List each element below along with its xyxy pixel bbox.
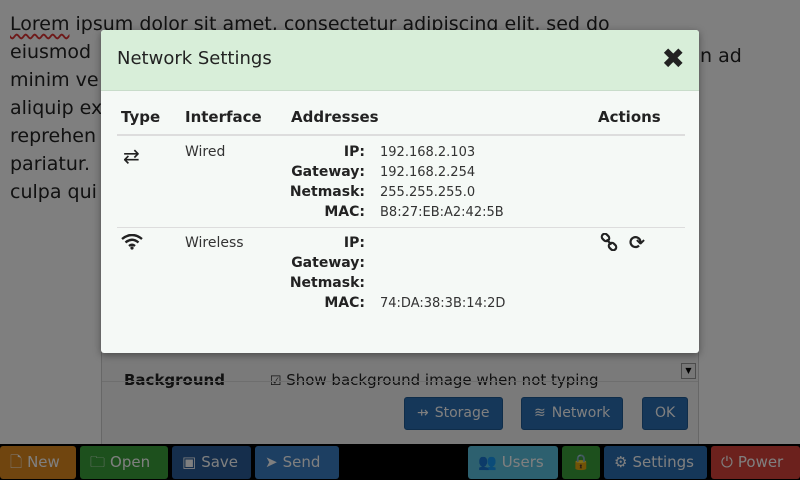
- refresh-icon[interactable]: ⟳: [629, 232, 645, 254]
- gateway-label: Gateway:: [291, 255, 365, 271]
- column-header-addresses: Addresses: [291, 108, 379, 126]
- ip-value: 192.168.2.103: [380, 145, 476, 160]
- modal-header: Network Settings ✖: [101, 30, 699, 91]
- column-header-actions: Actions: [598, 108, 661, 126]
- row-divider: [117, 227, 685, 228]
- netmask-label: Netmask:: [289, 275, 365, 291]
- close-icon[interactable]: ✖: [662, 42, 685, 76]
- gateway-label: Gateway:: [291, 164, 365, 180]
- exchange-icon: ⇄: [123, 144, 140, 168]
- gateway-value: 192.168.2.254: [380, 165, 476, 180]
- mac-value: B8:27:EB:A2:42:5B: [380, 205, 504, 220]
- column-header-type: Type: [121, 108, 161, 126]
- interface-name: Wireless: [185, 235, 244, 251]
- netmask-label: Netmask:: [289, 184, 365, 200]
- interface-name: Wired: [185, 144, 226, 160]
- header-divider: [117, 134, 685, 136]
- mac-label: MAC:: [324, 204, 365, 220]
- mac-value: 74:DA:38:3B:14:2D: [380, 296, 506, 311]
- netmask-value: 255.255.255.0: [380, 185, 476, 200]
- link-icon[interactable]: [600, 232, 618, 255]
- column-header-interface: Interface: [185, 108, 262, 126]
- modal-title: Network Settings: [117, 48, 272, 69]
- mac-label: MAC:: [324, 295, 365, 311]
- network-settings-modal: Network Settings ✖ Type Interface Addres…: [101, 30, 699, 353]
- ip-label: IP:: [343, 235, 365, 251]
- wifi-icon: [121, 233, 143, 254]
- ip-label: IP:: [343, 144, 365, 160]
